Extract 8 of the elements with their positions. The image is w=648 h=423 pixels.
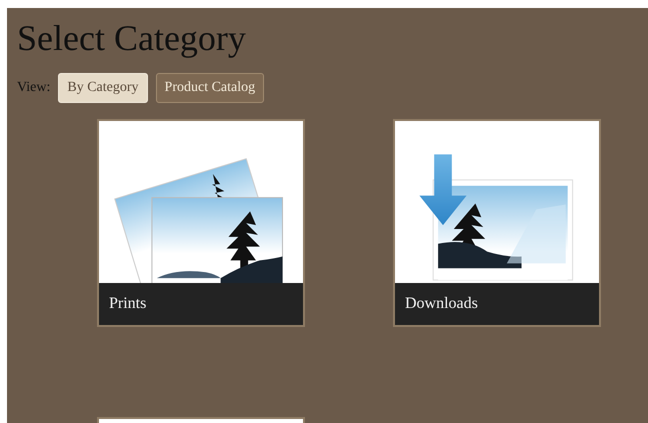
category-card[interactable]: Prints — [97, 119, 305, 327]
category-label: Prints — [99, 283, 303, 325]
view-tab[interactable]: By Category — [58, 73, 148, 103]
view-label: View: — [17, 80, 50, 96]
view-tab[interactable]: Product Catalog — [156, 73, 264, 103]
category-card[interactable]: Downloads — [393, 119, 601, 327]
page-title: Select Category — [17, 17, 247, 58]
category-label: Downloads — [395, 283, 599, 325]
